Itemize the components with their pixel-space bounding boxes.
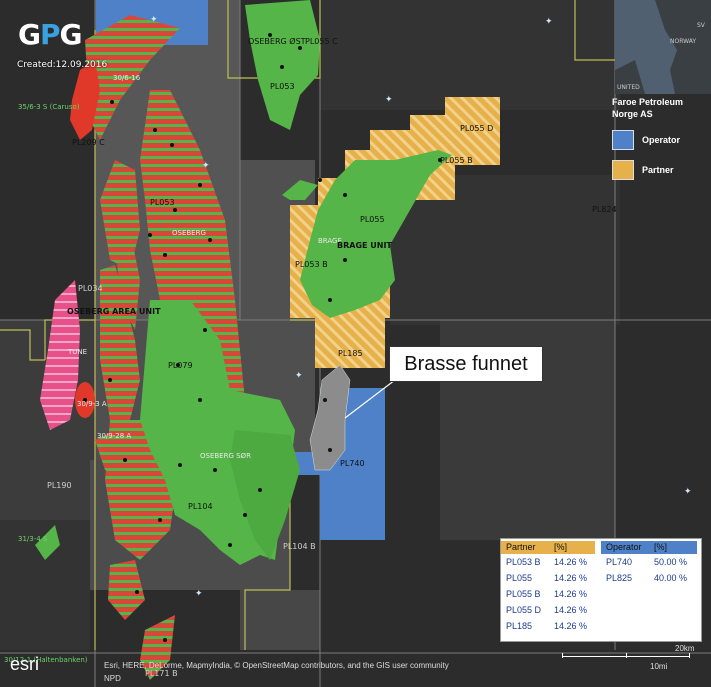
field-label: OSEBERG ØST — [248, 37, 306, 46]
svg-text:✦: ✦ — [150, 14, 158, 24]
minimap-label: SV — [697, 22, 705, 29]
svg-text:✦: ✦ — [385, 94, 393, 104]
legend-label: Partner — [642, 165, 674, 175]
licence-label: PL171 B — [145, 669, 178, 678]
svg-text:✦: ✦ — [545, 16, 553, 26]
field-label: OSEBERG — [172, 229, 206, 237]
svg-text:✦: ✦ — [202, 160, 210, 170]
table-row: PL740 50.00 % — [606, 557, 688, 567]
field-label: TUNE — [68, 348, 88, 356]
field-label: 35/6-3 S (Caruso) — [18, 103, 80, 111]
licence-label: PL104 B — [283, 542, 316, 551]
scale-km-label: 20km — [675, 644, 695, 653]
licence-label: PL053 — [150, 198, 175, 207]
scale-mi-label: 10mi — [650, 662, 668, 671]
discovery-callout: Brasse funnet — [389, 346, 543, 382]
unit-label: BRAGE UNIT — [337, 241, 392, 250]
unit-label: OSEBERG AREA UNIT — [67, 307, 161, 316]
overview-minimap: SV NORWAY UNITED — [615, 0, 711, 94]
partner-area — [315, 318, 385, 368]
operator-table: Operator [%] PL740 50.00 % PL825 40.00 % — [601, 541, 697, 586]
minimap-label: UNITED — [617, 84, 640, 91]
licence-label: PL104 — [188, 502, 213, 511]
gpg-logo: GPG — [18, 18, 82, 51]
licence-label: PL055 D — [460, 124, 494, 133]
table-row: PL053 B 14.26 % — [506, 557, 588, 567]
partner-table-header: Partner [%] — [501, 541, 595, 554]
table-row: PL055 B 14.26 % — [506, 589, 588, 599]
licence-label: PL055 — [360, 215, 385, 224]
svg-text:✦: ✦ — [684, 486, 692, 496]
field-label: OSEBERG SØR — [200, 452, 251, 460]
licence-label: PL079 — [168, 361, 193, 370]
licence-label: PL034 — [78, 284, 103, 293]
licence-label: PL055 B — [440, 156, 473, 165]
legend-swatch — [612, 160, 634, 180]
svg-text:✦: ✦ — [195, 588, 203, 598]
table-row: PL055 14.26 % — [506, 573, 588, 583]
minimap-label: NORWAY — [670, 38, 697, 45]
operator-table-header: Operator [%] — [601, 541, 697, 554]
legend-swatch — [612, 130, 634, 150]
licence-label: PL053 B — [295, 260, 328, 269]
legend-label: Operator — [642, 135, 681, 145]
table-row: PL055 D 14.26 % — [506, 605, 588, 615]
map-canvas[interactable]: ✦ ✦ ✦ ✦ ✦ ✦ ✦ SV NORWAY UNITED GPG Creat… — [0, 0, 711, 687]
esri-logo: esri — [10, 654, 40, 674]
table-row: PL825 40.00 % — [606, 573, 688, 583]
scale-bar: 20km 10mi — [560, 644, 695, 671]
partner-table: Partner [%] PL053 B 14.26 % PL055 14.26 % … — [501, 541, 595, 634]
table-row: PL185 14.26 % — [506, 621, 588, 631]
legend: Faroe Petroleum Norge AS Operator Partne… — [612, 96, 704, 180]
created-date: Created:12.09.2016 — [17, 60, 108, 70]
legend-item-operator: Operator — [612, 130, 704, 150]
licence-label: PL740 — [340, 459, 365, 468]
licence-label: PL055 C — [305, 37, 338, 46]
field-label: 30/6-16 — [113, 74, 141, 82]
licence-label: PL209 C — [72, 138, 105, 147]
licence-label: PL185 — [338, 349, 363, 358]
field-label: 31/3-4 S — [18, 535, 48, 543]
legend-title: Faroe Petroleum Norge AS — [612, 97, 684, 119]
licence-label: PL053 — [270, 82, 295, 91]
legend-item-partner: Partner — [612, 160, 704, 180]
attribution-source: NPD — [104, 674, 121, 683]
licence-label: PL824 — [592, 205, 617, 214]
licence-label: PL190 — [47, 481, 72, 490]
attribution-text[interactable]: Esri, HERE, DeLorme, MapmyIndia, © OpenS… — [104, 661, 449, 670]
field-label: 30/9-28 A — [97, 432, 132, 440]
field-label: 30/9-3 A — [77, 400, 107, 408]
svg-text:✦: ✦ — [295, 370, 303, 380]
